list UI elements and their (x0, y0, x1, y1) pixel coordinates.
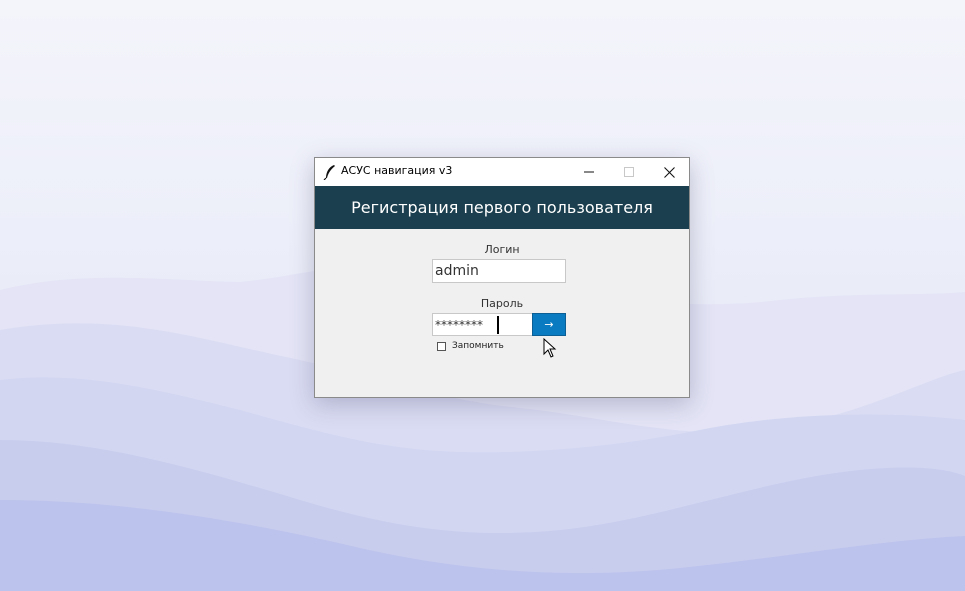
close-button[interactable] (649, 158, 689, 186)
arrow-right-icon: → (544, 318, 554, 331)
desktop: АСУС навигация v3 Регистрация первого по… (0, 0, 965, 591)
minimize-button[interactable] (569, 158, 609, 186)
remember-checkbox[interactable] (437, 341, 446, 351)
minimize-icon (584, 171, 594, 173)
login-input[interactable] (432, 259, 566, 283)
login-label: Логин (484, 243, 520, 256)
password-input[interactable] (432, 313, 532, 336)
close-icon (663, 166, 675, 178)
submit-button[interactable]: → (532, 313, 566, 336)
maximize-icon (624, 167, 634, 177)
titlebar[interactable]: АСУС навигация v3 (315, 158, 689, 186)
remember-label: Запомнить (452, 341, 504, 351)
feather-icon (323, 165, 335, 180)
header-banner: Регистрация первого пользователя (315, 186, 689, 229)
window-title: АСУС навигация v3 (341, 164, 453, 177)
remember-checkbox-row[interactable]: Запомнить (437, 341, 504, 351)
mouse-pointer-icon (543, 338, 557, 358)
app-window: АСУС навигация v3 Регистрация первого по… (314, 157, 690, 398)
header-title: Регистрация первого пользователя (351, 198, 653, 217)
maximize-button (609, 158, 649, 186)
password-label: Пароль (480, 297, 524, 310)
text-caret (497, 316, 499, 334)
